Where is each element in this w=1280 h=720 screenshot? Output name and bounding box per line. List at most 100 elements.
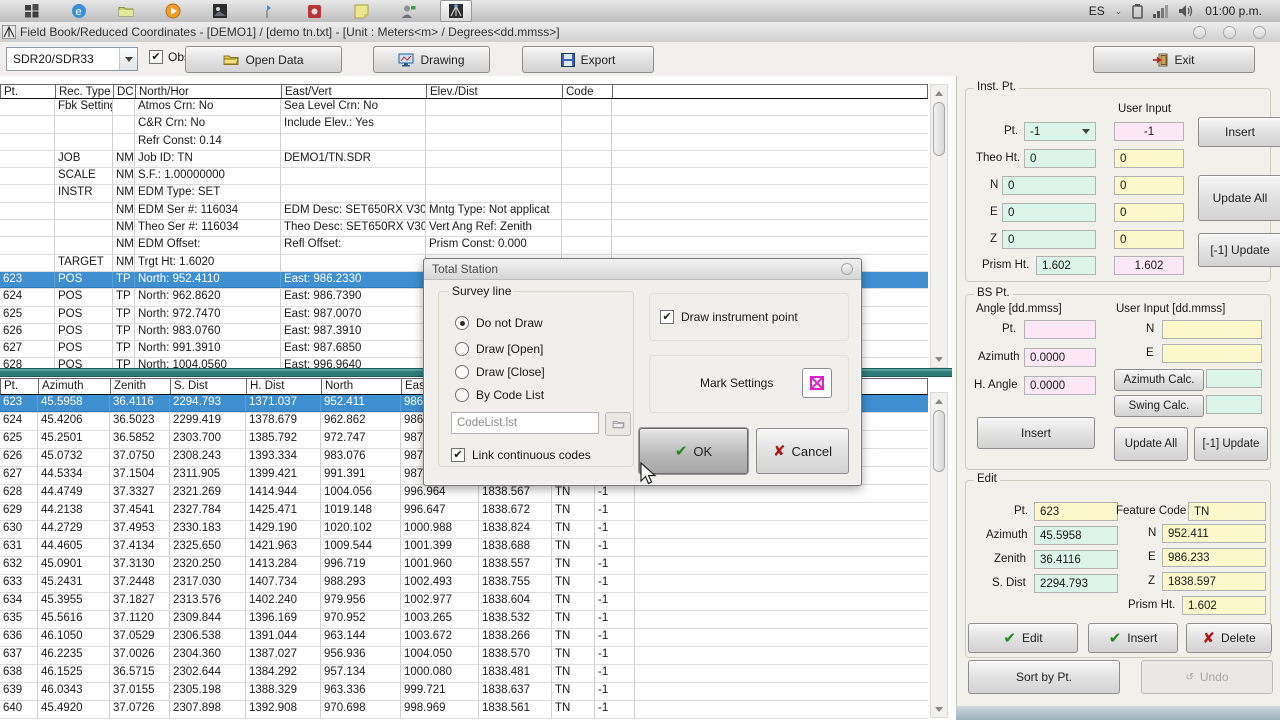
scroll-down-arrow[interactable] xyxy=(931,701,947,717)
column-header[interactable]: DC xyxy=(114,85,136,98)
drawing-button[interactable]: Drawing xyxy=(373,46,490,73)
bs-update-all-button[interactable]: Update All xyxy=(1114,427,1188,461)
bs-pt-field[interactable] xyxy=(1024,320,1096,339)
bs-e-field[interactable] xyxy=(1162,344,1262,363)
column-header[interactable]: Pt. xyxy=(1,379,39,394)
swing-calc-button[interactable]: Swing Calc. xyxy=(1114,395,1204,417)
edit-e-field[interactable]: 986.233 xyxy=(1162,548,1266,567)
sort-by-pt-button[interactable]: Sort by Pt. xyxy=(968,660,1120,694)
dialog-close-button[interactable] xyxy=(841,263,853,275)
column-header[interactable]: Code xyxy=(563,85,613,98)
codelist-input[interactable]: CodeList.lst xyxy=(451,412,599,434)
export-button[interactable]: Export xyxy=(522,46,654,73)
swing-calc-field[interactable] xyxy=(1206,395,1262,414)
battery-icon[interactable] xyxy=(1132,4,1143,19)
table-row[interactable]: NMTheo Ser #: 116034Theo Desc: SET650RX … xyxy=(0,220,928,237)
signal-bars-icon[interactable] xyxy=(1153,4,1169,18)
table-row[interactable]: 62844.474937.33272321.2691414.9441004.05… xyxy=(0,485,928,503)
radio-draw-close-[interactable]: Draw [Close] xyxy=(455,365,545,379)
z-field[interactable]: 0 xyxy=(1002,230,1096,249)
theo-ht-field[interactable]: 0 xyxy=(1024,149,1096,168)
column-header[interactable]: Azimuth xyxy=(39,379,111,394)
column-header[interactable]: Elev./Dist xyxy=(427,85,563,98)
column-header[interactable]: Zenith xyxy=(111,379,171,394)
obs-checkbox[interactable]: ✔ Obs xyxy=(149,50,190,64)
language-indicator[interactable]: ES xyxy=(1089,4,1105,18)
table-row[interactable]: 63646.105037.05292306.5381391.044963.144… xyxy=(0,629,928,647)
azimuth-calc-button[interactable]: Azimuth Calc. xyxy=(1114,369,1204,391)
radio-by-code-list[interactable]: By Code List xyxy=(455,388,544,402)
prism-ht-user-input[interactable]: 1.602 xyxy=(1114,256,1184,275)
minimize-button[interactable] xyxy=(1193,26,1206,39)
scroll-thumb[interactable] xyxy=(933,410,945,472)
clock[interactable]: 01:00 p.m. xyxy=(1205,4,1262,18)
media-player-icon[interactable] xyxy=(158,1,188,21)
folder-icon[interactable] xyxy=(111,1,141,21)
speaker-icon[interactable] xyxy=(1179,4,1195,18)
dialog-titlebar[interactable]: Total Station xyxy=(424,259,861,280)
windows-logo-icon[interactable] xyxy=(17,1,47,21)
edit-insert-button[interactable]: ✔Insert xyxy=(1088,623,1178,653)
inst-update-all-button[interactable]: Update All xyxy=(1198,175,1280,221)
table-row[interactable]: 63144.460537.41342325.6501421.9631009.54… xyxy=(0,539,928,557)
column-header[interactable]: S. Dist xyxy=(171,379,247,394)
scroll-down-arrow[interactable] xyxy=(931,351,947,367)
feature-code-field[interactable]: TN xyxy=(1188,502,1266,521)
inst-pt-pt-user-input[interactable]: -1 xyxy=(1114,122,1184,141)
map-pin-icon[interactable] xyxy=(252,1,282,21)
table-row[interactable]: 63946.034337.01552305.1981388.329963.336… xyxy=(0,683,928,701)
table-row[interactable]: SCALENMS.F.: 1.00000000 xyxy=(0,168,928,185)
internet-explorer-icon[interactable]: e xyxy=(64,1,94,21)
upper-table-scrollbar[interactable] xyxy=(930,84,948,368)
sticky-note-icon[interactable] xyxy=(346,1,376,21)
mark-settings-button[interactable] xyxy=(802,368,832,398)
table-row[interactable]: 63746.223537.00262304.3601387.027956.936… xyxy=(0,647,928,665)
bs-h-angle-field[interactable]: 0.0000 xyxy=(1024,376,1096,395)
column-header[interactable]: North xyxy=(322,379,402,394)
prism-ht-field[interactable]: 1.602 xyxy=(1036,256,1096,275)
draw-instrument-checkbox[interactable]: ✔ Draw instrument point xyxy=(660,310,798,324)
pdf-app-icon[interactable] xyxy=(299,1,329,21)
bs-n-field[interactable] xyxy=(1162,320,1262,339)
table-row[interactable]: 63445.395537.18272313.5761402.240979.956… xyxy=(0,593,928,611)
table-row[interactable]: C&R Crn: NoInclude Elev.: Yes xyxy=(0,116,928,133)
column-header[interactable]: Rec. Type xyxy=(56,85,114,98)
azimuth-calc-field[interactable] xyxy=(1206,369,1262,388)
exit-button[interactable]: Exit xyxy=(1093,46,1255,73)
theo-ht-user-input[interactable]: 0 xyxy=(1114,149,1184,168)
survey-app-icon[interactable] xyxy=(440,0,472,22)
z-user-input[interactable]: 0 xyxy=(1114,230,1184,249)
link-codes-checkbox[interactable]: ✔ Link continuous codes xyxy=(451,448,591,462)
n-field[interactable]: 0 xyxy=(1002,176,1096,195)
table-row[interactable]: 64045.492037.07262307.8981392.908970.698… xyxy=(0,701,928,719)
delete-button[interactable]: ✘Delete xyxy=(1186,623,1272,653)
column-header[interactable]: East/Vert xyxy=(282,85,427,98)
undo-button[interactable]: ↺Undo xyxy=(1141,660,1273,694)
scroll-up-arrow[interactable] xyxy=(931,393,947,409)
column-header[interactable]: North/Hor xyxy=(136,85,282,98)
inst-pt-pt-combo[interactable]: -1 xyxy=(1024,122,1096,141)
radio-do-not-draw[interactable]: Do not Draw xyxy=(455,316,543,330)
table-row[interactable]: JOBNMJob ID: TNDEMO1/TN.SDR xyxy=(0,151,928,168)
table-row[interactable]: INSTRNMEDM Type: SET xyxy=(0,185,928,202)
edit-button[interactable]: ✔Edit xyxy=(968,623,1078,653)
e-user-input[interactable]: 0 xyxy=(1114,203,1184,222)
inst-insert-button[interactable]: Insert xyxy=(1198,117,1280,147)
lower-table-scrollbar[interactable] xyxy=(930,392,948,718)
cancel-button[interactable]: ✘Cancel xyxy=(756,428,849,474)
table-row[interactable]: Refr Const: 0.14 xyxy=(0,134,928,151)
table-row[interactable]: 63545.561637.11202309.8441396.169970.952… xyxy=(0,611,928,629)
table-row[interactable]: NMEDM Offset:Refl Offset:Prism Const: 0.… xyxy=(0,237,928,254)
user-account-icon[interactable] xyxy=(393,1,423,21)
edit-zenith-field[interactable]: 36.4116 xyxy=(1034,550,1118,569)
n-user-input[interactable]: 0 xyxy=(1114,176,1184,195)
edit-z-field[interactable]: 1838.597 xyxy=(1162,572,1266,591)
bs-azimuth-field[interactable]: 0.0000 xyxy=(1024,348,1096,367)
inst-minus1-update-button[interactable]: [-1] Update xyxy=(1198,233,1280,267)
maximize-button[interactable] xyxy=(1223,26,1236,39)
close-button[interactable] xyxy=(1253,26,1266,39)
table-row[interactable]: 62944.213837.45412327.7841425.4711019.14… xyxy=(0,503,928,521)
table-row[interactable]: 63846.152536.57152302.6441384.292957.134… xyxy=(0,665,928,683)
column-header[interactable]: H. Dist xyxy=(247,379,322,394)
radio-draw-open-[interactable]: Draw [Open] xyxy=(455,342,543,356)
